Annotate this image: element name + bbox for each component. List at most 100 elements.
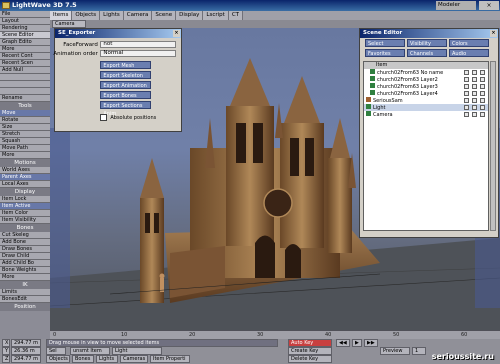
visibility-checkbox[interactable]	[480, 91, 485, 96]
tab-scene[interactable]: Scene	[152, 11, 177, 20]
left-btn-add-bone[interactable]: Add Bone	[0, 239, 50, 246]
visibility-checkbox[interactable]	[464, 105, 469, 110]
tab-lscript[interactable]: Lscript	[203, 11, 229, 20]
left-btn-cut-skeleg[interactable]: Cut Skeleg	[0, 232, 50, 239]
left-btn-file-0[interactable]: File	[0, 11, 50, 18]
absolute-positions-checkbox[interactable]	[100, 114, 108, 121]
timeline[interactable]: 0 10 20 30 40 50 60	[50, 330, 500, 339]
faceforward-select[interactable]: not	[100, 41, 176, 48]
scene-list-scrollbar[interactable]	[490, 61, 496, 231]
left-btn-layout-1[interactable]: Layout	[0, 18, 50, 25]
tab-display[interactable]: Display	[176, 11, 204, 20]
scene-item-list[interactable]: Item church02From63 No name church02From63…	[363, 61, 489, 231]
left-btn-more-5[interactable]: More	[0, 46, 50, 53]
auto-key-button[interactable]: Auto Key	[288, 339, 332, 347]
left-btn-parent-axes[interactable]: Parent Axes	[0, 174, 50, 181]
left-btn-limits[interactable]: Limits	[0, 289, 50, 296]
left-btn-bone-weights[interactable]: Bone Weights	[0, 267, 50, 274]
play-back-button[interactable]: ◀◀	[336, 339, 350, 347]
visibility-checkbox[interactable]	[464, 91, 469, 96]
left-btn-scene-editor-3[interactable]: Scene Editor	[0, 32, 50, 39]
camera-view-select[interactable]: Camera	[52, 20, 86, 28]
visibility-checkbox[interactable]	[480, 77, 485, 82]
visibility-checkbox[interactable]	[480, 84, 485, 89]
tab-camera[interactable]: Camera	[123, 11, 153, 20]
left-btn-add-null-8[interactable]: Add Null	[0, 67, 50, 74]
scene-item-row[interactable]: Light	[364, 104, 488, 111]
left-btn-size[interactable]: Size	[0, 124, 50, 131]
left-btn-blank-10[interactable]	[0, 81, 50, 88]
play-button[interactable]: ▶	[352, 339, 362, 347]
scene-select-dropdown[interactable]: Select	[365, 39, 405, 47]
tab-lights[interactable]: Lights	[100, 11, 124, 20]
visibility-checkbox[interactable]	[480, 112, 485, 117]
visibility-checkbox[interactable]	[472, 98, 477, 103]
left-btn-item-color[interactable]: Item Color	[0, 210, 50, 217]
scene-channels-dropdown[interactable]: Channels	[407, 49, 447, 57]
left-btn-blank-9[interactable]	[0, 74, 50, 81]
scene-item-row[interactable]: church02From63 Layer4	[364, 90, 488, 97]
visibility-checkbox[interactable]	[472, 105, 477, 110]
step-field[interactable]: 1	[412, 347, 426, 355]
scene-item-row[interactable]: Camera	[364, 111, 488, 118]
scene-item-row[interactable]: church02From63 Layer3	[364, 83, 488, 90]
bottom-lights-button[interactable]: Lights	[96, 355, 118, 363]
visibility-checkbox[interactable]	[480, 98, 485, 103]
scene-item-row[interactable]: SeriousSam	[364, 97, 488, 104]
visibility-checkbox[interactable]	[464, 70, 469, 75]
left-btn-add-child-bo[interactable]: Add Child Bo	[0, 260, 50, 267]
animation-order-select[interactable]: Normal	[100, 50, 176, 57]
light-select[interactable]: Light	[112, 347, 162, 355]
left-btn-recent-scen-7[interactable]: Recent Scen	[0, 60, 50, 67]
delete-key-button[interactable]: Delete Key	[288, 355, 332, 363]
export-button-export-sections-anim[interactable]: Export Sections Anim	[100, 101, 151, 117]
selection-select[interactable]: unsmt Item	[70, 347, 110, 355]
x-value[interactable]: 294.77 m	[11, 339, 41, 347]
left-btn-draw-bones[interactable]: Draw Bones	[0, 246, 50, 253]
bottom-objects-button[interactable]: Objects	[46, 355, 70, 363]
visibility-checkbox[interactable]	[464, 98, 469, 103]
close-icon[interactable]: ×	[173, 30, 180, 37]
visibility-checkbox[interactable]	[480, 70, 485, 75]
left-btn-rename-12[interactable]: Rename	[0, 95, 50, 102]
left-btn-recent-cont-6[interactable]: Recent Cont	[0, 53, 50, 60]
z-value[interactable]: 294.77 m	[11, 355, 41, 363]
export-button-export-bones[interactable]: Export Bones	[100, 91, 151, 99]
play-forward-button[interactable]: ▶▶	[364, 339, 378, 347]
scene-item-row[interactable]: church02From63 No name	[364, 69, 488, 76]
visibility-checkbox[interactable]	[472, 70, 477, 75]
bottom-bones-button[interactable]: Bones	[72, 355, 94, 363]
left-btn-more[interactable]: More	[0, 152, 50, 159]
left-btn-blank-11[interactable]	[0, 88, 50, 95]
modeler-button[interactable]: Modeler	[436, 1, 476, 10]
scene-colors-dropdown[interactable]: Colors	[449, 39, 489, 47]
bottom-cameras-button[interactable]: Cameras	[120, 355, 148, 363]
tab-objects[interactable]: Objects	[72, 11, 101, 20]
left-btn-item-lock[interactable]: Item Lock	[0, 196, 50, 203]
left-btn-world-axes[interactable]: World Axes	[0, 167, 50, 174]
scene-audio-dropdown[interactable]: Audio	[449, 49, 489, 57]
left-btn-more[interactable]: More	[0, 274, 50, 281]
y-value[interactable]: 26.36 m	[11, 347, 41, 355]
export-button-export-mesh[interactable]: Export Mesh	[100, 61, 151, 69]
left-btn-item-active[interactable]: Item Active	[0, 203, 50, 210]
tab-ct[interactable]: CT	[228, 11, 244, 20]
visibility-checkbox[interactable]	[480, 105, 485, 110]
left-btn-item-visibility[interactable]: Item Visibility	[0, 217, 50, 224]
left-btn-draw-child[interactable]: Draw Child	[0, 253, 50, 260]
visibility-checkbox[interactable]	[472, 77, 477, 82]
visibility-checkbox[interactable]	[472, 112, 477, 117]
close-icon[interactable]: ×	[479, 1, 499, 10]
tab-items[interactable]: Items	[50, 11, 73, 20]
left-btn-stretch[interactable]: Stretch	[0, 131, 50, 138]
visibility-checkbox[interactable]	[472, 84, 477, 89]
left-btn-rendering-2[interactable]: Rendering	[0, 25, 50, 32]
visibility-checkbox[interactable]	[472, 91, 477, 96]
left-btn-rotate[interactable]: Rotate	[0, 117, 50, 124]
left-btn-local-axes[interactable]: Local Axes	[0, 181, 50, 188]
preview-button[interactable]: Preview	[380, 347, 410, 355]
viewport[interactable]: SE_Exporter × FaceForward not Animation …	[50, 28, 500, 330]
visibility-checkbox[interactable]	[464, 77, 469, 82]
left-btn-graph-edito-4[interactable]: Graph Edito	[0, 39, 50, 46]
left-btn-move-path[interactable]: Move Path	[0, 145, 50, 152]
